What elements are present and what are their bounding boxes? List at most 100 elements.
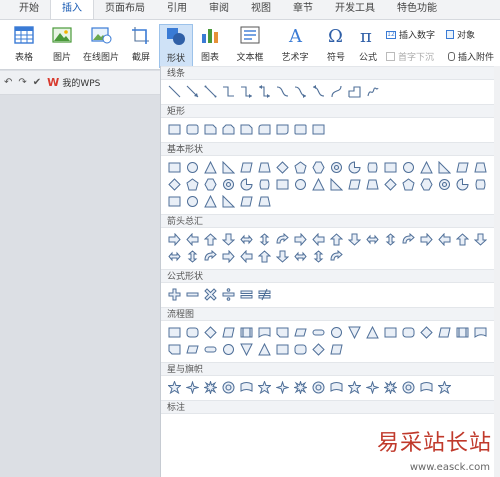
shape-option[interactable]	[437, 160, 452, 175]
shape-option[interactable]	[437, 380, 452, 395]
shape-option[interactable]	[365, 232, 380, 247]
shape-option[interactable]	[203, 84, 218, 99]
panel-scrollbar[interactable]	[494, 66, 500, 477]
table-button[interactable]: 表格	[4, 24, 44, 68]
shape-option[interactable]	[203, 160, 218, 175]
shape-option[interactable]	[239, 325, 254, 340]
shape-option[interactable]	[293, 122, 308, 137]
shape-option[interactable]	[473, 232, 488, 247]
undo-icon[interactable]: ↶	[4, 77, 12, 88]
shape-option[interactable]	[257, 249, 272, 264]
shape-option[interactable]	[185, 122, 200, 137]
shape-option[interactable]	[185, 342, 200, 357]
shape-option[interactable]	[311, 232, 326, 247]
tab-page-layout[interactable]: 页面布局	[94, 0, 156, 19]
shape-option[interactable]	[275, 122, 290, 137]
tab-special[interactable]: 特色功能	[386, 0, 448, 19]
shape-option[interactable]	[455, 232, 470, 247]
shape-option[interactable]	[419, 232, 434, 247]
shape-option[interactable]	[347, 177, 362, 192]
formula-button[interactable]: π 公式	[354, 24, 382, 68]
shape-option[interactable]	[203, 325, 218, 340]
shape-option[interactable]	[329, 249, 344, 264]
shape-option[interactable]	[203, 380, 218, 395]
shape-option[interactable]	[311, 342, 326, 357]
shape-option[interactable]	[221, 177, 236, 192]
shape-option[interactable]	[329, 342, 344, 357]
tab-home[interactable]: 开始	[8, 0, 50, 19]
shape-option[interactable]	[203, 122, 218, 137]
shape-option[interactable]	[401, 232, 416, 247]
shape-option[interactable]	[329, 177, 344, 192]
shape-option[interactable]	[365, 84, 380, 99]
shape-option[interactable]	[365, 177, 380, 192]
shape-option[interactable]	[239, 122, 254, 137]
shape-option[interactable]	[347, 380, 362, 395]
shape-option[interactable]	[221, 249, 236, 264]
shape-option[interactable]	[275, 249, 290, 264]
shape-option[interactable]	[203, 232, 218, 247]
shape-option[interactable]	[221, 84, 236, 99]
shape-option[interactable]	[167, 160, 182, 175]
shape-option[interactable]	[167, 194, 182, 209]
shape-option[interactable]	[311, 160, 326, 175]
shape-option[interactable]	[275, 342, 290, 357]
shape-option[interactable]	[401, 160, 416, 175]
shape-option[interactable]	[221, 380, 236, 395]
shape-option[interactable]	[329, 232, 344, 247]
shape-option[interactable]	[185, 325, 200, 340]
shape-option[interactable]	[275, 84, 290, 99]
shape-option[interactable]	[329, 160, 344, 175]
shape-option[interactable]	[239, 249, 254, 264]
shape-option[interactable]	[203, 194, 218, 209]
picture-button[interactable]: 图片	[42, 24, 82, 68]
insert-number-button[interactable]: 12 插入数字	[386, 28, 435, 41]
shape-option[interactable]	[185, 380, 200, 395]
shape-option[interactable]	[203, 287, 218, 302]
shape-option[interactable]	[239, 287, 254, 302]
shape-option[interactable]	[365, 160, 380, 175]
shape-option[interactable]	[185, 160, 200, 175]
shape-option[interactable]	[239, 342, 254, 357]
shape-option[interactable]	[419, 325, 434, 340]
shape-option[interactable]	[383, 177, 398, 192]
shape-option[interactable]	[275, 160, 290, 175]
shape-option[interactable]	[239, 160, 254, 175]
shape-option[interactable]	[275, 380, 290, 395]
shape-option[interactable]	[455, 160, 470, 175]
shape-option[interactable]	[311, 177, 326, 192]
shape-option[interactable]	[167, 325, 182, 340]
shape-option[interactable]	[257, 194, 272, 209]
shape-option[interactable]	[293, 232, 308, 247]
shape-option[interactable]	[473, 160, 488, 175]
tab-references[interactable]: 引用	[156, 0, 198, 19]
shape-option[interactable]	[311, 84, 326, 99]
shape-option[interactable]	[311, 380, 326, 395]
doc-tab-my-wps[interactable]: W 我的WPS	[47, 76, 100, 89]
shape-option[interactable]	[383, 232, 398, 247]
shape-option[interactable]	[329, 325, 344, 340]
shape-option[interactable]	[275, 232, 290, 247]
shape-option[interactable]	[167, 122, 182, 137]
symbol-button[interactable]: Ω 符号	[320, 24, 352, 68]
tab-view[interactable]: 视图	[240, 0, 282, 19]
redo-icon[interactable]: ↷	[18, 77, 26, 88]
shape-option[interactable]	[257, 160, 272, 175]
shape-option[interactable]	[293, 342, 308, 357]
shape-option[interactable]	[383, 380, 398, 395]
shape-option[interactable]	[239, 380, 254, 395]
tab-review[interactable]: 审阅	[198, 0, 240, 19]
object-button[interactable]: 对象	[446, 28, 475, 41]
shape-option[interactable]	[167, 232, 182, 247]
shape-option[interactable]	[365, 325, 380, 340]
shape-option[interactable]	[293, 325, 308, 340]
shape-option[interactable]	[167, 249, 182, 264]
shape-option[interactable]	[311, 249, 326, 264]
shape-option[interactable]	[437, 232, 452, 247]
shape-option[interactable]	[185, 232, 200, 247]
tab-insert[interactable]: 插入	[50, 0, 94, 19]
shape-option[interactable]	[293, 84, 308, 99]
first-char-drop-button[interactable]: 首字下沉	[386, 50, 434, 63]
shape-option[interactable]	[257, 177, 272, 192]
shape-option[interactable]	[401, 325, 416, 340]
